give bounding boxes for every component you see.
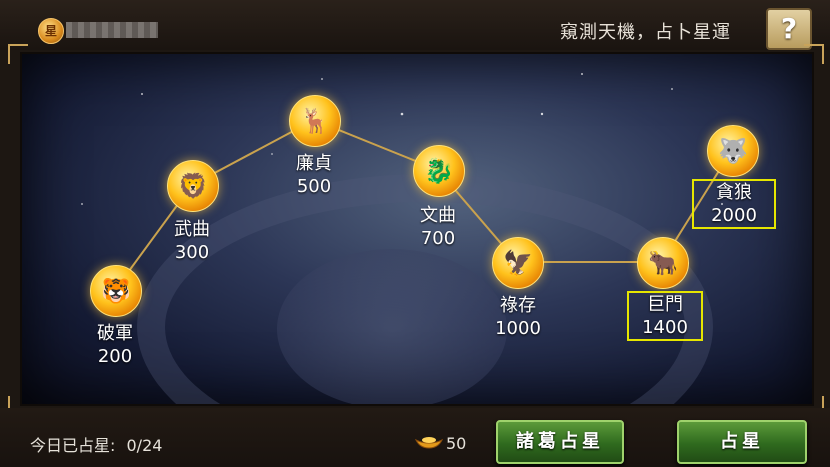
star-label-jumen: 巨門 1400 — [627, 291, 703, 341]
ingot-cost: 50 — [446, 434, 467, 453]
today-divination-count: 今日已占星: 0/24 — [30, 432, 162, 456]
star-label-wuqu: 武曲 300 — [147, 218, 237, 264]
star-name: 廉貞 — [296, 153, 332, 174]
zhuge-divination-button[interactable]: 諸葛占星 — [496, 420, 624, 464]
today-label: 今日已占星: — [30, 436, 116, 455]
star-node-wenqu[interactable]: 🐉 — [413, 145, 465, 197]
star-cost: 300 — [174, 242, 210, 263]
star-name: 祿存 — [500, 295, 536, 316]
star-cost: 1400 — [642, 317, 688, 338]
gold-ingot-icon — [414, 437, 444, 449]
star-node-wuqu[interactable]: 🦁 — [167, 160, 219, 212]
star-label-wenqu: 文曲 700 — [393, 204, 483, 250]
star-label-lucun: 祿存 1000 — [473, 294, 563, 340]
star-node-jumen[interactable]: 🐂 — [637, 237, 689, 289]
star-label-lianzhen: 廉貞 500 — [269, 152, 359, 198]
star-label-tanlang: 貪狼 2000 — [692, 179, 776, 229]
star-node-tanlang[interactable]: 🐺 — [707, 125, 759, 177]
divine-button[interactable]: 占星 — [677, 420, 807, 464]
star-name: 破軍 — [97, 323, 133, 344]
star-name: 巨門 — [647, 294, 683, 315]
game-window: 星 窺測天機，占卜星運 ? 🐯 破軍 200 🦁 武曲 300 🦌 廉貞 500 — [0, 0, 830, 467]
star-node-lianzhen[interactable]: 🦌 — [289, 95, 341, 147]
star-label-pojun: 破軍 200 — [70, 322, 160, 368]
star-cost: 500 — [296, 176, 332, 197]
star-name: 武曲 — [174, 219, 210, 240]
star-node-lucun[interactable]: 🦅 — [492, 237, 544, 289]
star-cost: 200 — [97, 346, 133, 367]
star-name: 貪狼 — [716, 182, 752, 203]
star-node-pojun[interactable]: 🐯 — [90, 265, 142, 317]
star-cost: 700 — [420, 228, 456, 249]
star-name: 文曲 — [420, 205, 456, 226]
star-cost: 1000 — [495, 318, 541, 339]
star-cost: 2000 — [711, 205, 757, 226]
today-value: 0/24 — [126, 436, 163, 455]
